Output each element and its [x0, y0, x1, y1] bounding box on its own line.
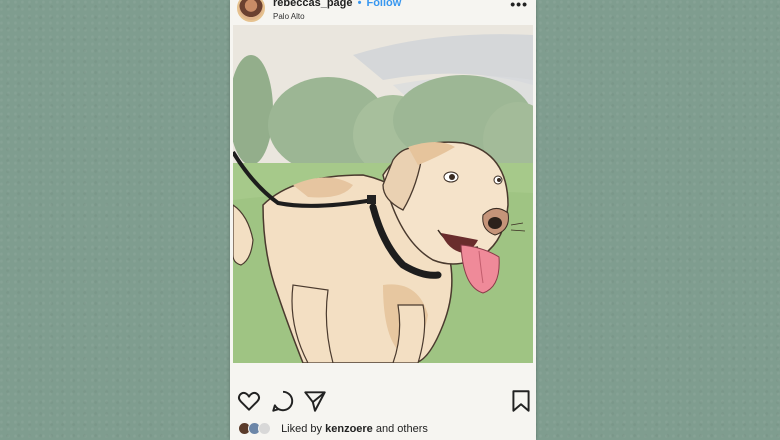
follow-button[interactable]: Follow: [366, 0, 401, 9]
post-actions-bar: [230, 388, 536, 416]
instagram-post-card: rebeccas_page • Follow Palo Alto ••• Lik…: [230, 0, 536, 440]
liker-username-link[interactable]: kenzoere: [325, 423, 373, 435]
username-link[interactable]: rebeccas_page: [273, 0, 353, 9]
likes-prefix: Liked by: [281, 423, 323, 435]
user-avatar[interactable]: [237, 0, 265, 22]
separator-dot: •: [357, 0, 362, 9]
likes-suffix[interactable]: and others: [376, 423, 428, 435]
likes-text: Liked by kenzoere and others: [281, 423, 428, 435]
dog-on-leash-illustration: [233, 25, 533, 363]
post-image[interactable]: [233, 25, 533, 363]
comment-icon[interactable]: [270, 388, 296, 414]
post-location[interactable]: Palo Alto: [273, 12, 305, 21]
send-icon[interactable]: [302, 388, 328, 414]
bookmark-icon[interactable]: [508, 388, 534, 414]
heart-icon[interactable]: [236, 388, 262, 414]
avatar[interactable]: [258, 422, 271, 435]
more-options-button[interactable]: •••: [510, 0, 528, 12]
likes-summary: Liked by kenzoere and others: [238, 422, 428, 438]
liker-avatars: [238, 422, 278, 436]
post-username-row: rebeccas_page • Follow: [273, 0, 401, 9]
